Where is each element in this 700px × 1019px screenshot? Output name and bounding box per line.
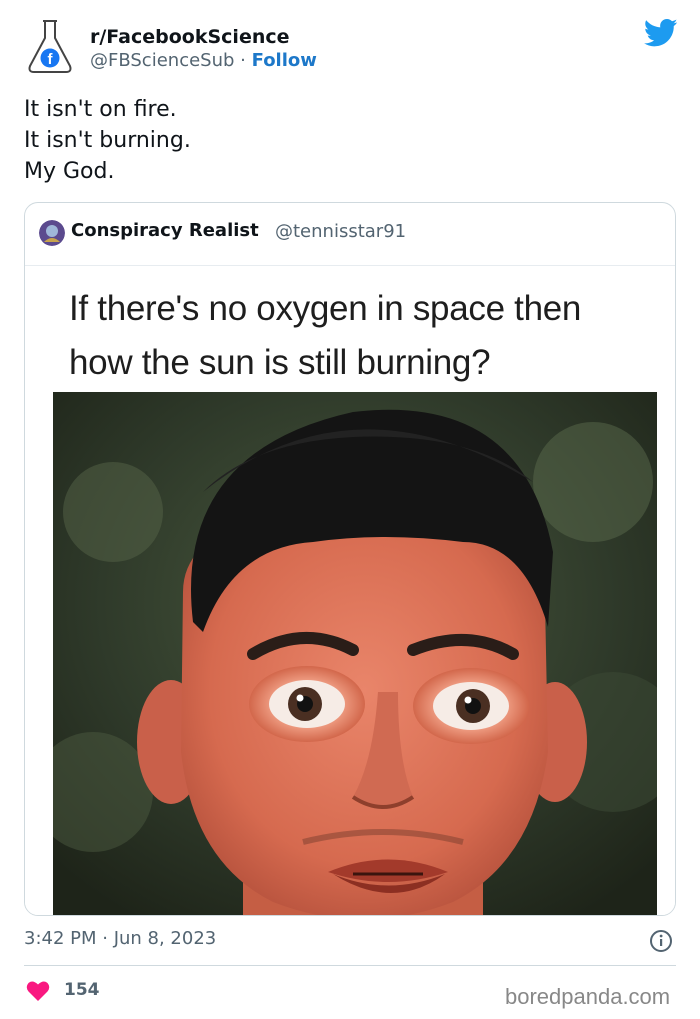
watermark: boredpanda.com (505, 984, 671, 1009)
meme-caption-line: how the sun is still burning? (69, 343, 491, 382)
author-avatar[interactable]: f (24, 18, 76, 76)
author-display-name[interactable]: r/FacebookScience (90, 26, 290, 48)
quoted-tweet[interactable]: Conspiracy Realist @tennisstar91 If ther… (24, 202, 676, 916)
meme-caption: If there's no oxygen in space then how t… (69, 282, 659, 390)
shocked-face-photo (53, 392, 657, 915)
divider (24, 965, 676, 966)
meme-caption-line: If there's no oxygen in space then (69, 289, 582, 328)
separator-dot: · (240, 50, 246, 71)
quoted-author-name[interactable]: Conspiracy Realist (71, 220, 259, 241)
follow-button[interactable]: Follow (252, 50, 317, 71)
tweet-line: It isn't burning. (24, 128, 191, 153)
tweet-text: It isn't on fire. It isn't burning. My G… (24, 94, 191, 187)
tweet-line: It isn't on fire. (24, 97, 177, 122)
twitter-bird-icon[interactable] (643, 18, 678, 48)
author-handle-line: @FBScienceSub · Follow (90, 50, 317, 71)
heart-icon[interactable] (26, 980, 50, 1002)
like-count[interactable]: 154 (64, 980, 100, 1000)
meme-image[interactable]: If there's no oxygen in space then how t… (25, 265, 675, 915)
quoted-author-handle[interactable]: @tennisstar91 (275, 221, 406, 242)
quoted-author-avatar[interactable] (39, 220, 65, 246)
tweet-line: My God. (24, 159, 115, 184)
info-icon[interactable] (649, 929, 673, 953)
tweet-timestamp[interactable]: 3:42 PM · Jun 8, 2023 (24, 928, 216, 949)
author-handle[interactable]: @FBScienceSub (90, 50, 234, 71)
